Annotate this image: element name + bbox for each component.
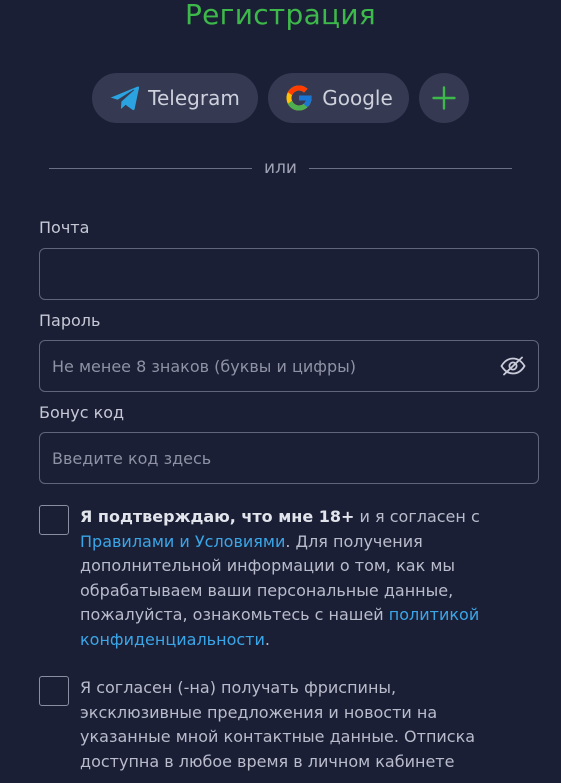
divider-text: или (264, 158, 297, 178)
email-field-wrapper (39, 248, 539, 300)
bonus-code-field[interactable] (52, 448, 526, 468)
password-field[interactable] (52, 356, 500, 376)
social-login-row: Telegram Google (0, 73, 561, 123)
age-agreement-text: Я подтверждаю, что мне 18+ и я согласен … (80, 505, 518, 653)
age-text-1: и я согласен с (354, 507, 480, 526)
age-agreement-checkbox[interactable] (39, 505, 69, 535)
google-label: Google (322, 86, 393, 110)
eye-off-icon[interactable] (500, 356, 526, 376)
age-confirm-bold: Я подтверждаю, что мне 18+ (80, 507, 355, 526)
telegram-label: Telegram (148, 86, 240, 110)
rules-link[interactable]: Правилами и Условиями (80, 532, 285, 551)
marketing-agreement-checkbox[interactable] (39, 676, 69, 706)
registration-page: Регистрация Telegram Google или Почта Па… (0, 0, 561, 783)
email-field[interactable] (52, 264, 526, 284)
divider-line-right (308, 167, 512, 169)
or-divider: или (49, 158, 512, 178)
telegram-icon (110, 85, 140, 111)
telegram-login-button[interactable]: Telegram (92, 73, 258, 123)
page-title: Регистрация (184, 0, 377, 31)
password-label: Пароль (39, 311, 101, 330)
password-field-wrapper (39, 340, 539, 392)
bonus-code-label: Бонус код (39, 403, 125, 422)
google-icon (284, 83, 314, 113)
more-login-options-button[interactable] (419, 73, 469, 123)
marketing-agreement-text: Я согласен (-на) получать фриспины, экск… (80, 678, 476, 771)
email-label: Почта (39, 218, 90, 237)
age-agreement-row: Я подтверждаю, что мне 18+ и я согласен … (39, 505, 519, 653)
bonus-code-field-wrapper (39, 432, 539, 484)
divider-line-left (49, 167, 253, 169)
plus-icon (432, 86, 456, 110)
google-login-button[interactable]: Google (268, 73, 409, 123)
age-text-3: . (264, 629, 270, 649)
marketing-agreement-row: Я согласен (-на) получать фриспины, экск… (39, 676, 519, 774)
